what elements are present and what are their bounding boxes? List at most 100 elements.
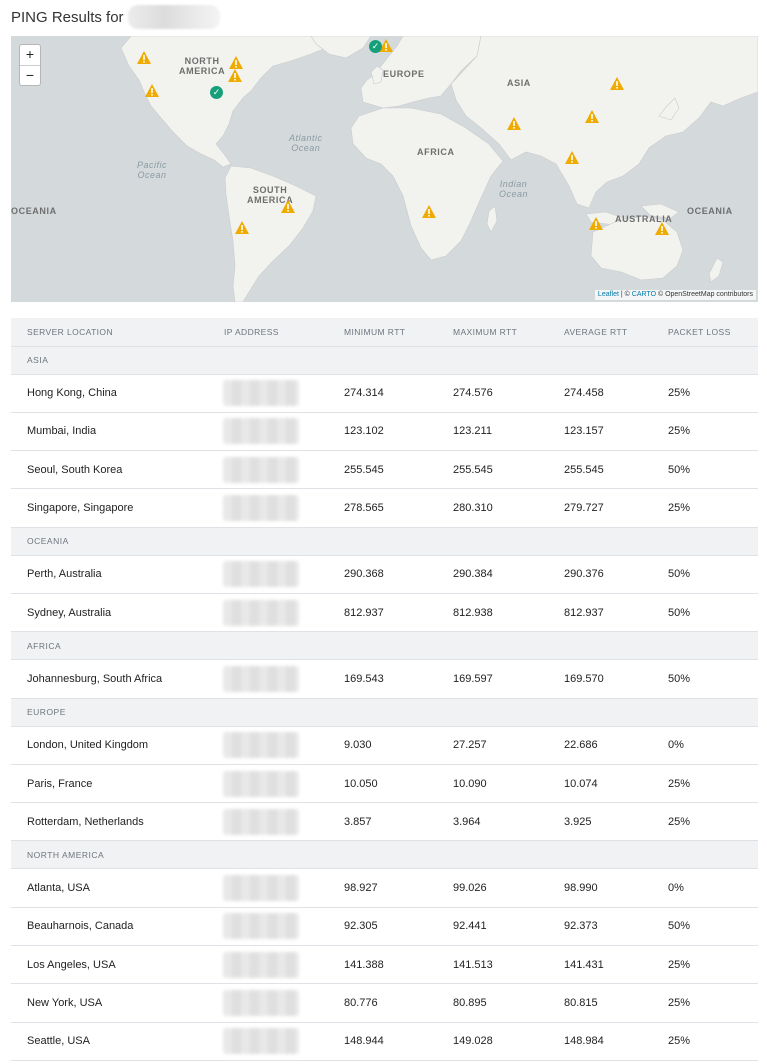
- redacted-ip-address: [223, 913, 299, 940]
- table-row: Perth, Australia 290.368 290.384 290.376 50%: [11, 555, 758, 594]
- world-map[interactable]: + − NORTH AMERICA EUROPE ASIA AFRICA SOU…: [11, 36, 758, 302]
- header-minimum-rtt: MINIMUM RTT: [344, 318, 453, 347]
- header-ip-address: IP ADDRESS: [224, 318, 344, 347]
- cell-location: Beauharnois, Canada: [11, 907, 224, 947]
- cell-packet-loss: 25%: [668, 802, 758, 842]
- cell-packet-loss: 25%: [668, 945, 758, 985]
- cell-min-rtt: 255.545: [344, 450, 453, 490]
- cell-max-rtt: 169.597: [453, 659, 564, 699]
- cell-location: Hong Kong, China: [11, 374, 224, 413]
- table-row: Atlanta, USA 98.927 99.026 98.990 0%: [11, 868, 758, 908]
- page-title: PING Results for: [11, 5, 220, 29]
- cell-avg-rtt: 3.925: [564, 802, 668, 842]
- region-label: NORTH AMERICA: [11, 840, 758, 870]
- label-europe: EUROPE: [383, 69, 425, 79]
- cell-min-rtt: 148.944: [344, 1022, 453, 1061]
- table-row: Beauharnois, Canada 92.305 92.441 92.373 50%: [11, 907, 758, 947]
- cell-min-rtt: 10.050: [344, 764, 453, 804]
- map-attribution: Leaflet | © CARTO © OpenStreetMap contri…: [594, 290, 756, 300]
- cell-packet-loss: 50%: [668, 659, 758, 699]
- cell-location: Atlanta, USA: [11, 868, 224, 908]
- warning-marker-singapore[interactable]: [565, 151, 579, 164]
- cell-packet-loss: 25%: [668, 1022, 758, 1061]
- cell-ip-address: [223, 412, 344, 452]
- cell-avg-rtt: 290.376: [564, 555, 668, 594]
- redacted-hostname: [127, 5, 220, 29]
- cell-avg-rtt: 279.727: [564, 488, 668, 528]
- warning-marker-johannesburg[interactable]: [422, 205, 436, 218]
- cell-packet-loss: 0%: [668, 726, 758, 765]
- table-row: London, United Kingdom 9.030 27.257 22.686 0…: [11, 726, 758, 765]
- cell-ip-address: [223, 659, 344, 699]
- region-label: EUROPE: [11, 698, 758, 727]
- cell-ip-address: [223, 802, 344, 842]
- leaflet-link[interactable]: Leaflet: [598, 291, 619, 298]
- page-title-text: PING Results for: [11, 8, 124, 26]
- warning-marker-perth[interactable]: [589, 217, 603, 230]
- cell-location: Sydney, Australia: [11, 593, 224, 633]
- cell-min-rtt: 92.305: [344, 907, 453, 947]
- cell-packet-loss: 25%: [668, 412, 758, 452]
- cell-max-rtt: 290.384: [453, 555, 564, 594]
- cell-avg-rtt: 812.937: [564, 593, 668, 633]
- cell-max-rtt: 3.964: [453, 802, 564, 842]
- cell-packet-loss: 25%: [668, 983, 758, 1023]
- cell-location: Mumbai, India: [11, 412, 224, 452]
- warning-marker-seoul[interactable]: [610, 77, 624, 90]
- osm-attribution: © OpenStreetMap contributors: [656, 291, 753, 298]
- zoom-in-button[interactable]: +: [20, 45, 40, 65]
- table-row: Johannesburg, South Africa 169.543 169.597…: [11, 659, 758, 699]
- cell-avg-rtt: 148.984: [564, 1022, 668, 1061]
- redacted-ip-address: [223, 418, 299, 445]
- cell-max-rtt: 255.545: [453, 450, 564, 490]
- region-header-row: NORTH AMERICA: [11, 840, 758, 870]
- redacted-ip-address: [223, 1028, 299, 1055]
- warning-marker-mumbai[interactable]: [507, 117, 521, 130]
- carto-link[interactable]: CARTO: [632, 291, 656, 298]
- table-row: Singapore, Singapore 278.565 280.310 279.72…: [11, 488, 758, 528]
- header-server-location: SERVER LOCATION: [11, 318, 224, 347]
- cell-ip-address: [223, 764, 344, 804]
- ok-marker-atlanta[interactable]: ✓: [210, 86, 223, 99]
- cell-max-rtt: 92.441: [453, 907, 564, 947]
- warning-marker-seattle[interactable]: [137, 51, 151, 64]
- cell-ip-address: [223, 945, 344, 985]
- header-packet-loss: PACKET LOSS: [668, 318, 758, 347]
- cell-packet-loss: 25%: [668, 374, 758, 413]
- cell-avg-rtt: 141.431: [564, 945, 668, 985]
- redacted-ip-address: [223, 808, 299, 835]
- table-row: Sydney, Australia 812.937 812.938 812.937 50…: [11, 593, 758, 633]
- warning-marker-sydney[interactable]: [655, 222, 669, 235]
- cell-min-rtt: 123.102: [344, 412, 453, 452]
- cell-location: Paris, France: [11, 764, 224, 804]
- warning-marker-beauharnois[interactable]: [229, 56, 243, 69]
- label-atlantic-ocean: Atlantic Ocean: [289, 133, 323, 153]
- zoom-out-button[interactable]: −: [20, 65, 40, 85]
- table-header-row: SERVER LOCATION IP ADDRESS MINIMUM RTT M…: [11, 318, 758, 347]
- region-label: ASIA: [11, 346, 758, 375]
- cell-location: London, United Kingdom: [11, 726, 224, 765]
- cell-min-rtt: 290.368: [344, 555, 453, 594]
- cell-min-rtt: 98.927: [344, 868, 453, 908]
- table-row: Los Angeles, USA 141.388 141.513 141.431 25%: [11, 945, 758, 985]
- warning-marker-hong-kong[interactable]: [585, 110, 599, 123]
- redacted-ip-address: [223, 770, 299, 797]
- redacted-ip-address: [223, 380, 299, 407]
- warning-marker-santiago[interactable]: [235, 221, 249, 234]
- warning-marker-new-york[interactable]: [228, 69, 242, 82]
- warning-marker-sao-paulo[interactable]: [281, 200, 295, 213]
- cell-location: Rotterdam, Netherlands: [11, 802, 224, 842]
- table-row: Seoul, South Korea 255.545 255.545 255.545 5…: [11, 450, 758, 490]
- cell-max-rtt: 149.028: [453, 1022, 564, 1061]
- redacted-ip-address: [223, 665, 299, 692]
- cell-packet-loss: 25%: [668, 488, 758, 528]
- cell-max-rtt: 274.576: [453, 374, 564, 413]
- cell-min-rtt: 812.937: [344, 593, 453, 633]
- label-indian-ocean: Indian Ocean: [499, 179, 529, 199]
- cell-max-rtt: 99.026: [453, 868, 564, 908]
- ok-marker-london[interactable]: ✓: [369, 40, 382, 53]
- cell-ip-address: [223, 593, 344, 633]
- warning-marker-los-angeles[interactable]: [145, 84, 159, 97]
- label-oceania-east: OCEANIA: [687, 206, 733, 216]
- cell-location: Singapore, Singapore: [11, 488, 224, 528]
